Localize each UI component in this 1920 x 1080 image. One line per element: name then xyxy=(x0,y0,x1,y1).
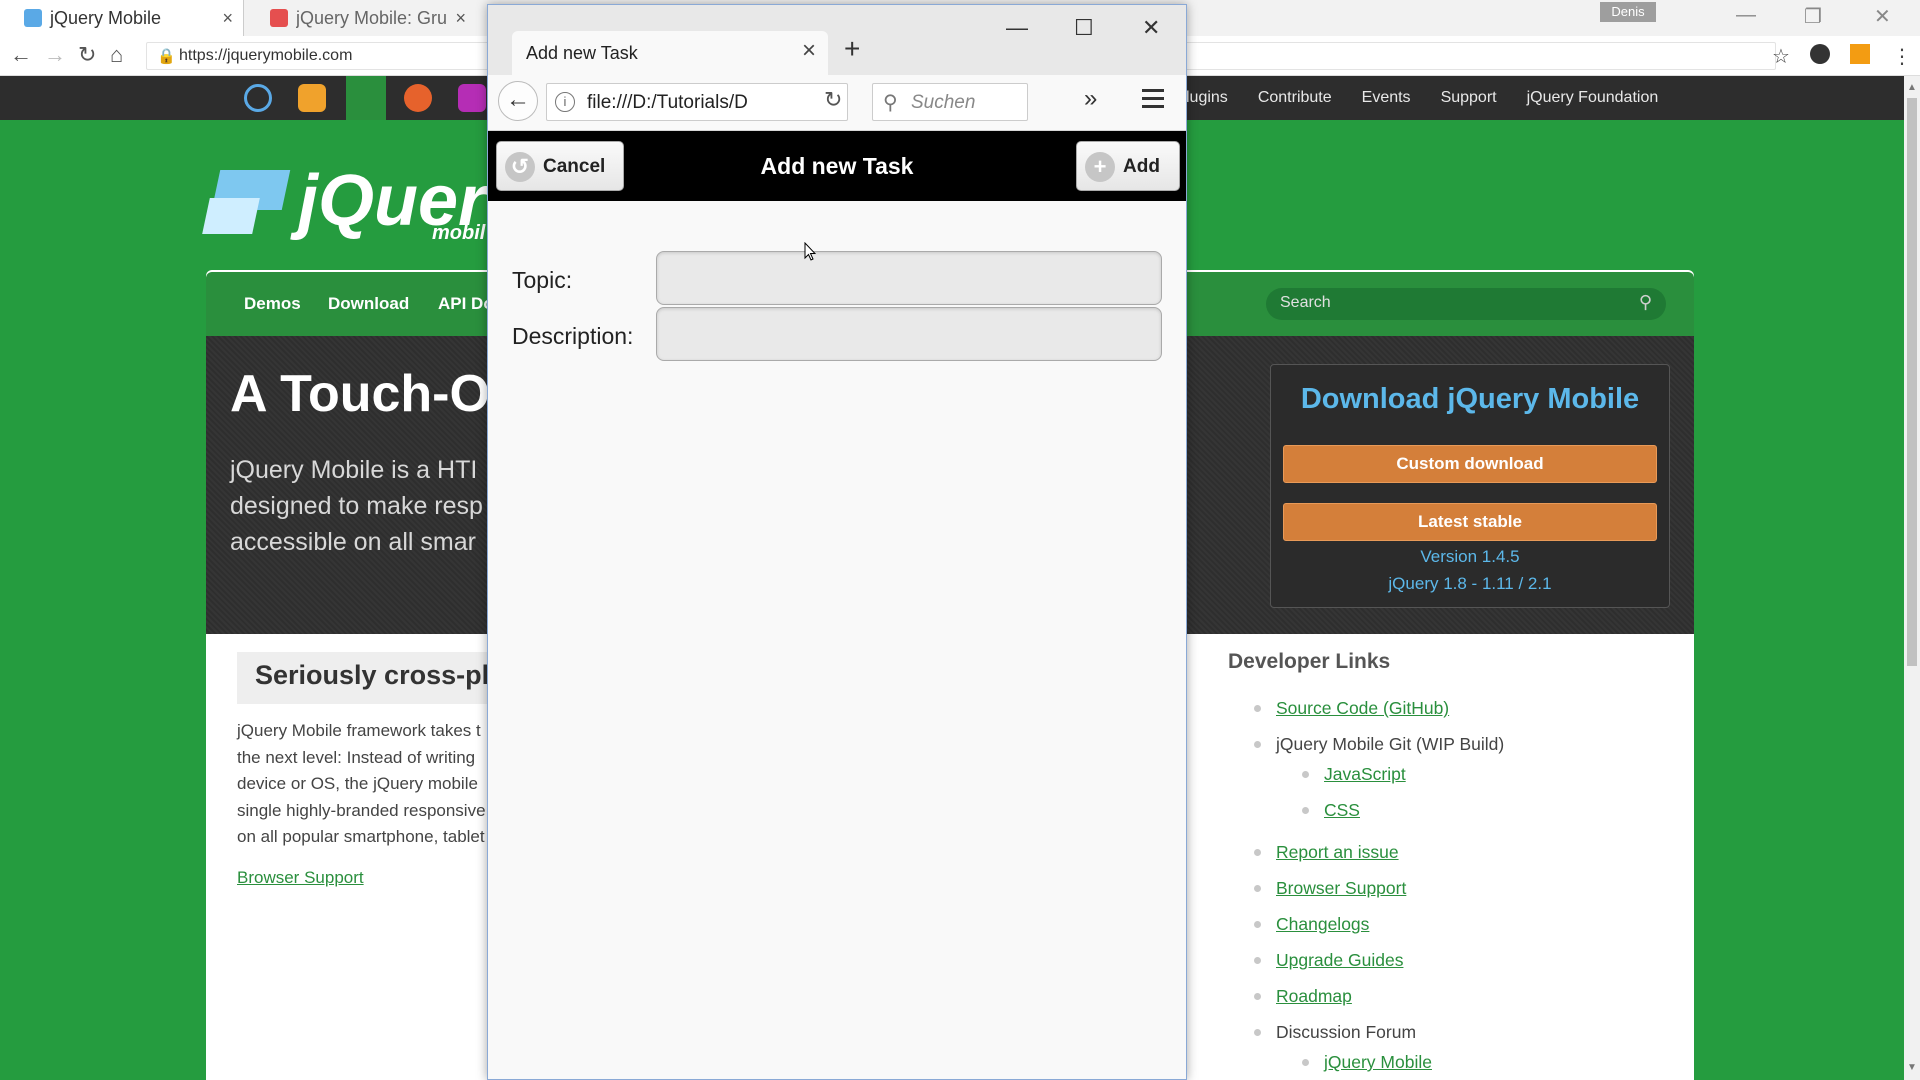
site-top-nav: lugins Contribute Events Support jQuery … xyxy=(1186,76,1688,120)
download-box: Download jQuery Mobile Custom download L… xyxy=(1270,364,1670,608)
javascript-link[interactable]: JavaScript xyxy=(1302,764,1406,785)
top-nav-plugins[interactable]: lugins xyxy=(1186,89,1228,107)
maximize-icon[interactable]: ☐ xyxy=(1074,15,1094,41)
jquery-mobile-project-icon[interactable] xyxy=(346,76,386,120)
cross-platform-text: jQuery Mobile framework takes t the next… xyxy=(237,721,486,846)
jquery-favicon-icon xyxy=(24,9,42,27)
search-icon: ⚲ xyxy=(1638,292,1652,312)
qunit-icon[interactable] xyxy=(458,84,486,112)
firefox-search-box[interactable]: ⚲ Suchen xyxy=(872,83,1028,121)
logo-subtext: mobil xyxy=(432,222,486,244)
back-arrow-icon[interactable]: ← xyxy=(498,81,538,121)
mouse-cursor-icon xyxy=(804,242,816,261)
info-icon[interactable]: i xyxy=(555,92,575,112)
site-search-input[interactable]: Search ⚲ xyxy=(1266,288,1666,320)
reload-icon[interactable]: ↻ xyxy=(824,87,842,113)
firefox-nav-bar: ← i file:///D:/Tutorials/D ↻ ⚲ Suchen » xyxy=(488,75,1186,131)
sizzle-icon[interactable] xyxy=(404,84,432,112)
bookmark-star-icon[interactable]: ☆ xyxy=(1772,44,1790,69)
search-icon: ⚲ xyxy=(883,92,898,114)
topic-field[interactable] xyxy=(656,251,1162,305)
jquery-mobile-logo[interactable]: jQuer mobil xyxy=(202,160,506,250)
chrome-tab-jquery-mobile[interactable]: jQuery Mobile × xyxy=(0,0,244,36)
add-button-label: Add xyxy=(1123,156,1160,177)
rss-extension-icon[interactable] xyxy=(1850,44,1870,64)
upgrade-guides-link[interactable]: Upgrade Guides xyxy=(1253,950,1403,971)
changelogs-link[interactable]: Changelogs xyxy=(1253,914,1369,935)
close-tab-icon[interactable]: × xyxy=(455,8,466,29)
chrome-tab-label: jQuery Mobile xyxy=(50,7,162,28)
jquery-version-link[interactable]: jQuery 1.8 - 1.11 / 2.1 xyxy=(1271,574,1669,594)
hero-title: A Touch-O xyxy=(230,365,490,423)
jquery-ui-icon[interactable] xyxy=(298,84,326,112)
firefox-title-bar: Add new Task × + — ☐ ✕ xyxy=(488,5,1186,75)
top-nav-contribute[interactable]: Contribute xyxy=(1258,89,1332,107)
home-icon[interactable]: ⌂ xyxy=(110,42,123,68)
minimize-icon[interactable]: — xyxy=(1736,4,1756,27)
chrome-tab-label: jQuery Mobile: Gru xyxy=(296,7,448,28)
custom-download-button[interactable]: Custom download xyxy=(1283,445,1657,483)
menu-download[interactable]: Download xyxy=(328,294,409,314)
scrollbar-thumb[interactable] xyxy=(1907,98,1917,666)
jquery-mobile-forum-link[interactable]: jQuery Mobile xyxy=(1302,1052,1432,1073)
plus-circle-icon: + xyxy=(1085,152,1115,182)
reload-icon[interactable]: ↻ xyxy=(78,42,96,68)
css-link[interactable]: CSS xyxy=(1302,800,1360,821)
search-placeholder: Search xyxy=(1280,294,1331,311)
firefox-tab-add-new-task[interactable]: Add new Task × xyxy=(512,31,828,75)
logo-mark-icon xyxy=(202,170,296,240)
firefox-url-bar[interactable]: i file:///D:/Tutorials/D xyxy=(546,83,848,121)
close-tab-icon[interactable]: × xyxy=(222,8,233,29)
chrome-menu-icon[interactable]: ⋮ xyxy=(1892,44,1912,69)
close-window-icon[interactable]: ✕ xyxy=(1874,4,1891,29)
menu-demos[interactable]: Demos xyxy=(244,294,301,314)
chrome-tab-jquery-mobile-gru[interactable]: jQuery Mobile: Gru × xyxy=(246,0,476,36)
site-favicon-icon xyxy=(270,9,288,27)
cross-platform-title: Seriously cross-plat xyxy=(255,660,514,690)
discussion-forum-item: Discussion Forum xyxy=(1253,1022,1417,1042)
add-button[interactable]: + Add xyxy=(1076,141,1180,191)
firefox-tab-label: Add new Task xyxy=(526,43,638,63)
lock-icon: 🔒 xyxy=(157,48,176,65)
hero-text: jQuery Mobile is a HTI designed to make … xyxy=(230,456,483,556)
app-content: Topic: Description: xyxy=(488,201,1186,1079)
scroll-down-arrow-icon[interactable]: ▼ xyxy=(1907,1062,1917,1073)
scroll-up-arrow-icon[interactable]: ▲ xyxy=(1907,82,1917,93)
top-nav-jquery-foundation[interactable]: jQuery Foundation xyxy=(1527,89,1659,107)
minimize-icon[interactable]: — xyxy=(1006,15,1028,41)
close-window-icon[interactable]: ✕ xyxy=(1142,15,1160,41)
firefox-window: Add new Task × + — ☐ ✕ ← i file:///D:/Tu… xyxy=(487,4,1187,1080)
description-label: Description: xyxy=(512,323,634,349)
roadmap-link[interactable]: Roadmap xyxy=(1254,986,1352,1007)
developer-links-title: Developer Links xyxy=(1228,650,1391,673)
latest-stable-button[interactable]: Latest stable xyxy=(1283,503,1657,541)
close-tab-icon[interactable]: × xyxy=(802,37,816,65)
browser-support-dev-link[interactable]: Browser Support xyxy=(1253,878,1406,899)
version-link[interactable]: Version 1.4.5 xyxy=(1271,547,1669,567)
firefox-url-text: file:///D:/Tutorials/D xyxy=(587,92,748,113)
hamburger-menu-icon[interactable] xyxy=(1142,89,1164,109)
description-field[interactable] xyxy=(656,307,1162,361)
overflow-chevron-icon[interactable]: » xyxy=(1084,85,1097,113)
extension-icon[interactable] xyxy=(1810,44,1830,64)
jquery-project-icon[interactable] xyxy=(244,84,272,112)
new-tab-plus-icon[interactable]: + xyxy=(844,33,860,65)
app-header: ↺ Cancel Add new Task + Add xyxy=(488,131,1186,201)
restore-icon[interactable]: ❐ xyxy=(1804,4,1822,29)
topic-label: Topic: xyxy=(512,267,573,293)
menu-api-docs[interactable]: API Do xyxy=(438,294,494,314)
back-arrow-icon[interactable]: ← xyxy=(10,42,32,68)
top-nav-events[interactable]: Events xyxy=(1362,89,1411,107)
report-issue-link[interactable]: Report an issue xyxy=(1254,842,1399,863)
top-nav-support[interactable]: Support xyxy=(1441,89,1497,107)
chrome-user-badge[interactable]: Denis xyxy=(1600,2,1656,22)
firefox-search-placeholder: Suchen xyxy=(911,92,976,113)
download-title: Download jQuery Mobile xyxy=(1300,383,1640,415)
forward-arrow-icon[interactable]: → xyxy=(44,42,66,68)
page-scrollbar[interactable]: ▲ ▼ xyxy=(1904,76,1920,1080)
git-wip-build-item: jQuery Mobile Git (WIP Build) xyxy=(1253,734,1505,754)
chrome-url-text: https://jquerymobile.com xyxy=(179,47,353,64)
browser-support-link[interactable]: Browser Support xyxy=(237,868,364,888)
source-code-link[interactable]: Source Code (GitHub) xyxy=(1253,698,1449,719)
